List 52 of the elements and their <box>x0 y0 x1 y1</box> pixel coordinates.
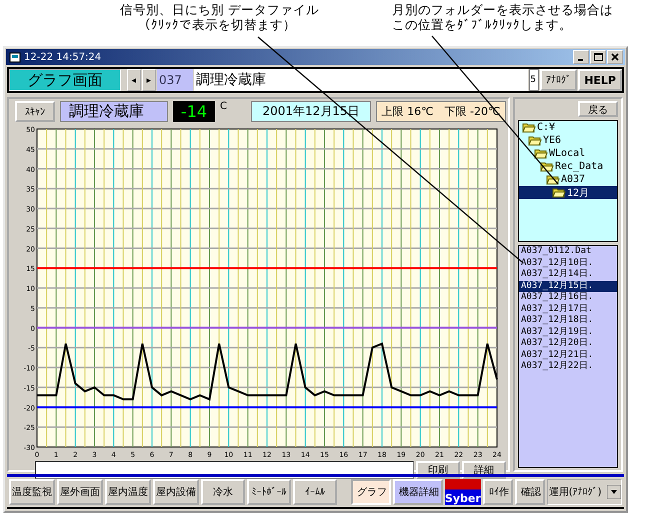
folder-item[interactable]: 12月 <box>519 186 617 199</box>
nav-button[interactable]: ｲｰﾑﾙ <box>292 479 337 505</box>
logo: Syber <box>444 479 481 505</box>
channel-name: 調理冷蔵庫 <box>60 101 168 122</box>
close-icon <box>611 53 619 61</box>
file-item[interactable]: A037_12月22日. <box>519 361 617 372</box>
mode-dropdown[interactable]: 運用(ｱﾅﾛｸﾞ) <box>546 479 622 505</box>
file-item[interactable]: A037_12月20日. <box>519 338 617 350</box>
callout-text: （ｸﾘｯｸで表示を切替ます） <box>137 17 296 32</box>
nav-button[interactable]: 屋内設備 <box>153 479 199 505</box>
file-item[interactable]: A037_12月17日. <box>519 304 617 315</box>
callout-text: 信号別、日にち別 データファイル <box>120 2 319 17</box>
file-item[interactable]: A037_12月19日. <box>519 326 617 338</box>
temperature-reading: -14 <box>173 101 215 122</box>
file-item[interactable]: A037_12月15日. <box>519 280 617 292</box>
folder-icon <box>528 135 542 146</box>
tool-button[interactable]: ﾛｲ作 <box>482 479 513 505</box>
nav-button[interactable]: 冷水 <box>201 479 245 505</box>
dropdown-arrow-icon <box>607 485 621 499</box>
close-button[interactable] <box>607 50 623 64</box>
window-title: 12-22 14:57:24 <box>24 52 102 62</box>
maximize-button[interactable] <box>590 50 606 64</box>
file-item[interactable]: A037_12月10日. <box>519 258 617 269</box>
nav-button[interactable]: 屋外画面 <box>57 479 103 505</box>
tool-button[interactable]: 確認 <box>514 479 545 505</box>
nav-button[interactable]: 温度監視 <box>9 479 55 505</box>
view-button[interactable]: グラフ <box>350 479 391 505</box>
nav-button[interactable]: ﾐｰﾄﾎﾞｰﾙ <box>246 479 291 505</box>
view-button[interactable]: 機器詳細 <box>392 479 443 505</box>
folder-icon <box>552 187 566 198</box>
folder-item[interactable]: Rec_Data <box>519 160 617 173</box>
dropdown-value: 運用(ｱﾅﾛｸﾞ) <box>548 486 602 499</box>
file-item[interactable]: A037_12月14日. <box>519 269 617 280</box>
file-item[interactable]: A037_12月21日. <box>519 350 617 361</box>
file-item[interactable]: A037_12月16日. <box>519 292 617 304</box>
scan-button[interactable]: ｽｷｬﾝ <box>15 101 55 122</box>
callout-text: この位置をﾀﾞﾌﾞﾙｸﾘｯｸします。 <box>392 17 572 32</box>
folder-icon <box>534 148 548 159</box>
callout-text: 月別のフォルダーを表示させる場合は <box>392 2 613 17</box>
file-item[interactable]: A037_0112.Dat <box>519 246 617 258</box>
back-button[interactable]: 戻る <box>578 101 618 117</box>
minimize-button[interactable] <box>573 50 589 64</box>
unit-label: C <box>220 101 228 114</box>
file-item[interactable]: A037_12月18日. <box>519 315 617 326</box>
folder-item[interactable]: WLocal <box>519 147 617 160</box>
nav-button[interactable]: 屋内温度 <box>105 479 151 505</box>
folder-item[interactable]: A037 <box>519 173 617 186</box>
maximize-icon <box>594 53 602 61</box>
app-icon <box>9 52 21 62</box>
folder-item[interactable]: YE6 <box>519 134 617 147</box>
folder-icon <box>522 122 536 133</box>
folder-item[interactable]: C:¥ <box>519 121 617 134</box>
